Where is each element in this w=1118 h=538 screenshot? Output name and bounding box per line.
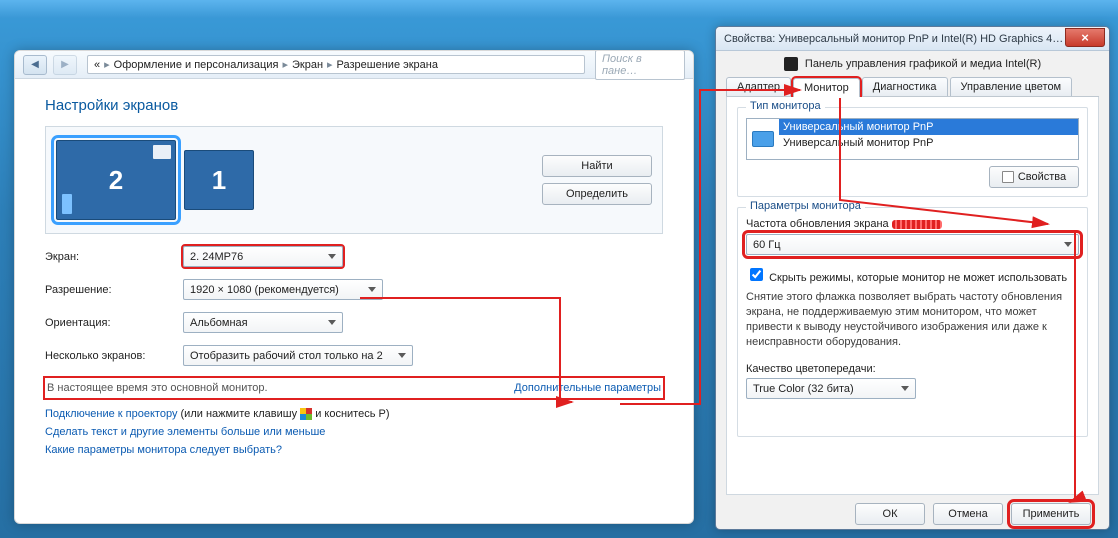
hide-modes-checkbox[interactable]: Скрыть режимы, которые монитор не может … [746,272,1067,284]
text-size-link[interactable]: Сделать текст и другие элементы больше и… [45,426,325,438]
color-quality-label: Качество цветопередачи: [746,363,1079,375]
refresh-rate-dropdown[interactable]: 60 Гц [746,234,1079,255]
projector-hint-b: и коснитесь P) [315,408,389,420]
red-scribble [892,220,942,229]
tab-diagnostics[interactable]: Диагностика [862,77,948,96]
resolution-dropdown[interactable]: 1920 × 1080 (рекомендуется) [183,279,383,300]
intel-panel-bar: Панель управления графикой и медиа Intel… [726,57,1099,71]
monitor-thumb-2[interactable]: 2 [56,140,176,220]
advanced-settings-link[interactable]: Дополнительные параметры [514,382,661,394]
properties-button[interactable]: Свойства [989,166,1079,188]
breadcrumb-item[interactable]: Оформление и персонализация [114,59,279,71]
orientation-dropdown[interactable]: Альбомная [183,312,343,333]
monitor-thumb-1[interactable]: 1 [184,150,254,210]
dialog-titlebar: Свойства: Универсальный монитор PnP и In… [716,27,1109,51]
projector-link[interactable]: Подключение к проектору [45,408,177,420]
projector-hint-a: (или нажмите клавишу [181,408,298,420]
refresh-rate-value: 60 Гц [753,239,781,251]
breadcrumb[interactable]: « ▸ Оформление и персонализация ▸ Экран … [87,55,585,74]
chevron-down-icon [398,353,406,358]
page-title: Настройки экранов [45,97,663,114]
find-button[interactable]: Найти [542,155,652,177]
multi-display-label: Несколько экранов: [45,350,175,362]
monitor-type-group: Тип монитора Универсальный монитор PnP У… [737,107,1088,197]
taskbar-icon [62,194,72,214]
monitor-list-item[interactable]: Универсальный монитор PnP [779,135,1078,151]
tab-panel: Тип монитора Универсальный монитор PnP У… [726,97,1099,495]
ok-button[interactable]: ОК [855,503,925,525]
intel-icon [784,57,798,71]
hide-modes-checkbox-input[interactable] [750,268,763,281]
intel-panel-label: Панель управления графикой и медиа Intel… [805,58,1041,70]
monitor-properties-dialog: Свойства: Универсальный монитор PnP и In… [715,26,1110,530]
multi-display-value: Отобразить рабочий стол только на 2 [190,350,383,362]
dialog-title: Свойства: Универсальный монитор PnP и In… [724,33,1063,45]
hide-modes-label: Скрыть режимы, которые монитор не может … [769,272,1067,284]
monitor-number-label: 1 [212,165,226,196]
screen-value: 2. 24MP76 [190,251,243,263]
chevron-right-icon: ▸ [327,58,333,71]
orientation-label: Ориентация: [45,317,175,329]
chevron-down-icon [1064,242,1072,247]
breadcrumb-item[interactable]: Разрешение экрана [337,59,438,71]
chevron-down-icon [328,254,336,259]
chevron-right-icon: ▸ [104,58,110,71]
tab-color-management[interactable]: Управление цветом [950,77,1073,96]
breadcrumb-item[interactable]: Экран [292,59,323,71]
monitor-number-label: 2 [109,165,123,196]
breadcrumb-root-icon: « [94,59,100,71]
chevron-down-icon [328,320,336,325]
tab-bar: Адаптер Монитор Диагностика Управление ц… [726,77,1099,97]
windows-flag-icon [300,408,312,420]
tab-adapter[interactable]: Адаптер [726,77,791,96]
orientation-value: Альбомная [190,317,248,329]
monitor-preview-area: 2 1 Найти Определить [45,126,663,234]
tab-monitor[interactable]: Монитор [793,78,860,97]
screen-dropdown[interactable]: 2. 24MP76 [183,246,343,267]
chevron-right-icon: ▸ [282,58,288,71]
monitor-type-group-title: Тип монитора [746,100,825,112]
monitor-params-group: Параметры монитора Частота обновления эк… [737,207,1088,437]
window-icon [153,145,171,159]
nav-forward-button[interactable]: ▶ [53,55,77,75]
dialog-footer: ОК Отмена Применить [726,495,1099,530]
monitor-list-item[interactable]: Универсальный монитор PnP [779,119,1078,135]
properties-button-label: Свойства [1018,171,1066,183]
multi-display-dropdown[interactable]: Отобразить рабочий стол только на 2 [183,345,413,366]
monitor-params-group-title: Параметры монитора [746,200,865,212]
gear-icon [1002,171,1014,183]
color-quality-dropdown[interactable]: True Color (32 бита) [746,378,916,399]
monitor-listbox[interactable]: Универсальный монитор PnP Универсальный … [746,118,1079,160]
refresh-rate-label: Частота обновления экрана [746,218,1079,230]
control-panel-window: ◀ ▶ « ▸ Оформление и персонализация ▸ Эк… [14,50,694,524]
screen-label: Экран: [45,251,175,263]
chevron-down-icon [368,287,376,292]
resolution-label: Разрешение: [45,284,175,296]
apply-button[interactable]: Применить [1011,503,1091,525]
close-button[interactable]: × [1065,28,1105,47]
hide-modes-help: Снятие этого флажка позволяет выбрать ча… [746,290,1079,349]
cancel-button[interactable]: Отмена [933,503,1003,525]
color-quality-value: True Color (32 бита) [753,383,854,395]
primary-monitor-note: В настоящее время это основной монитор. [47,382,268,394]
search-input[interactable]: Поиск в пане… [595,50,685,80]
nav-back-button[interactable]: ◀ [23,55,47,75]
cp-titlebar: ◀ ▶ « ▸ Оформление и персонализация ▸ Эк… [15,51,693,79]
monitor-icon [752,131,774,147]
which-settings-link[interactable]: Какие параметры монитора следует выбрать… [45,444,282,456]
identify-button[interactable]: Определить [542,183,652,205]
chevron-down-icon [901,386,909,391]
resolution-value: 1920 × 1080 (рекомендуется) [190,284,339,296]
